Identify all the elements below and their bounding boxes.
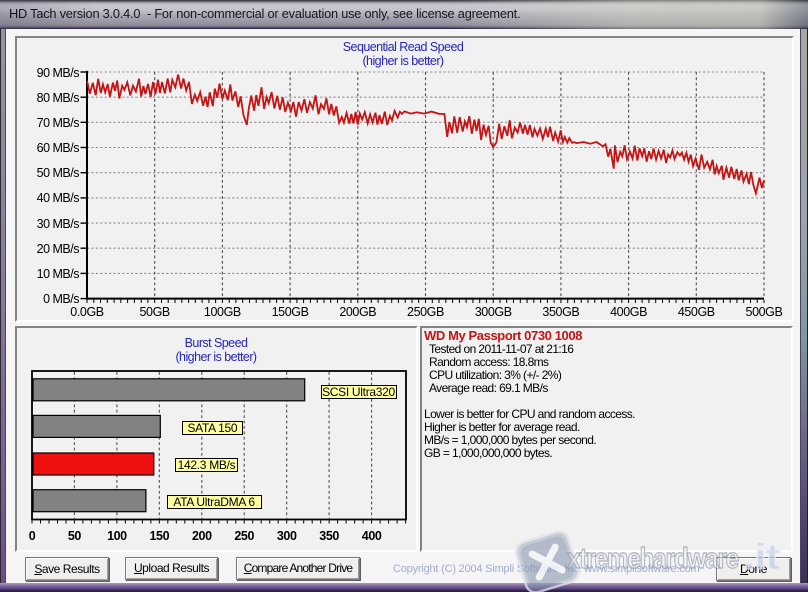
svg-text:.it: .it [743,536,781,577]
svg-text:xtremehardware: xtremehardware [567,543,739,575]
